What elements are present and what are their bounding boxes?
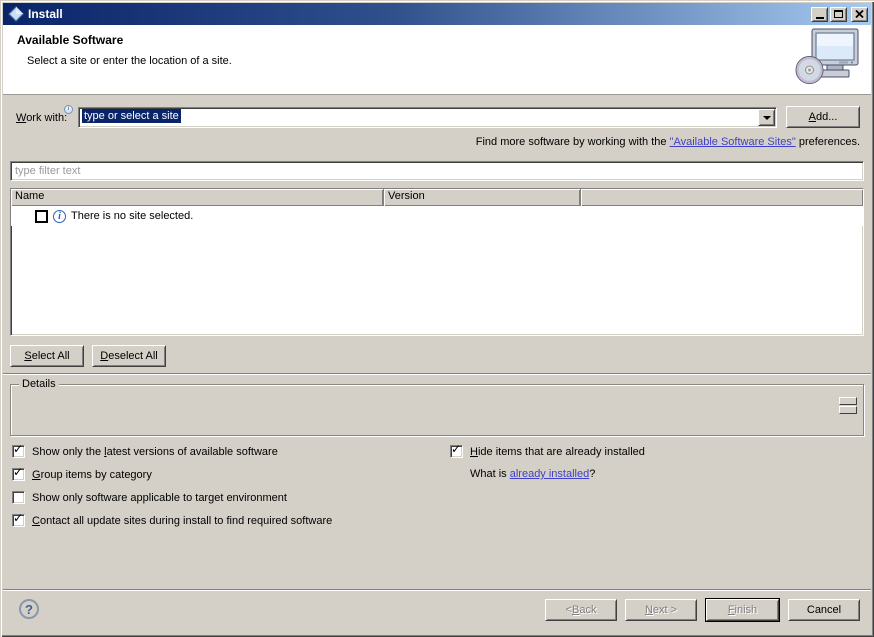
close-button[interactable] bbox=[851, 7, 868, 22]
checkbox-label: Show only the latest versions of availab… bbox=[32, 446, 278, 458]
software-table[interactable]: Name Version There is no site selected. bbox=[10, 188, 864, 336]
column-header-name[interactable]: Name bbox=[11, 189, 384, 206]
next-button[interactable]: Next > bbox=[625, 599, 697, 621]
row-checkbox[interactable] bbox=[35, 210, 48, 223]
checkbox-label: Contact all update sites during install … bbox=[32, 515, 332, 527]
combo-dropdown-button[interactable] bbox=[758, 109, 775, 126]
details-group: Details bbox=[10, 384, 864, 436]
grip-bar-icon bbox=[839, 397, 857, 405]
checkbox[interactable] bbox=[12, 514, 25, 527]
grip-bar-icon bbox=[839, 406, 857, 414]
table-header: Name Version bbox=[11, 189, 863, 206]
select-all-button[interactable]: Select All bbox=[10, 345, 84, 367]
find-more-text: Find more software by working with the "… bbox=[476, 136, 860, 148]
work-with-combo[interactable]: type or select a site bbox=[78, 107, 777, 128]
separator bbox=[3, 589, 871, 591]
install-wizard-icon bbox=[8, 6, 24, 22]
close-icon bbox=[855, 10, 864, 18]
checkbox[interactable] bbox=[12, 445, 25, 458]
combo-selected-text: type or select a site bbox=[82, 109, 181, 123]
install-dialog: Install Available Software Select a site… bbox=[0, 0, 874, 637]
option-group-by-category[interactable]: Group items by category bbox=[12, 468, 152, 481]
page-title: Available Software bbox=[17, 33, 123, 47]
help-button[interactable]: ? bbox=[19, 599, 39, 619]
filter-input[interactable] bbox=[10, 161, 864, 181]
deselect-all-button[interactable]: Deselect All bbox=[92, 345, 166, 367]
wizard-banner: Available Software Select a site or ente… bbox=[3, 25, 871, 95]
details-label: Details bbox=[19, 378, 59, 390]
work-with-combo-field[interactable]: type or select a site bbox=[79, 108, 757, 127]
checkbox[interactable] bbox=[12, 468, 25, 481]
page-subtitle: Select a site or enter the location of a… bbox=[27, 55, 232, 67]
what-is-installed-text: What is already installed? bbox=[470, 468, 595, 480]
checkbox[interactable] bbox=[450, 445, 463, 458]
window-title: Install bbox=[28, 7, 809, 21]
checkbox-label: Group items by category bbox=[32, 469, 152, 481]
checkbox-label: Hide items that are already installed bbox=[470, 446, 645, 458]
separator bbox=[3, 373, 871, 375]
available-software-sites-link[interactable]: "Available Software Sites" bbox=[670, 136, 796, 148]
table-row[interactable]: There is no site selected. bbox=[11, 206, 863, 226]
option-show-applicable[interactable]: Show only software applicable to target … bbox=[12, 491, 287, 504]
work-with-label: Work with: bbox=[16, 112, 67, 124]
checkbox[interactable] bbox=[12, 491, 25, 504]
back-button[interactable]: < Back bbox=[545, 599, 617, 621]
info-icon[interactable] bbox=[64, 105, 73, 114]
add-button[interactable]: Add... bbox=[786, 106, 860, 128]
chevron-down-icon bbox=[763, 116, 771, 124]
column-header-version[interactable]: Version bbox=[384, 189, 581, 206]
info-icon bbox=[53, 210, 66, 223]
column-header-extra[interactable] bbox=[581, 189, 863, 206]
option-show-latest-versions[interactable]: Show only the latest versions of availab… bbox=[12, 445, 278, 458]
option-hide-installed[interactable]: Hide items that are already installed bbox=[450, 445, 645, 458]
software-install-icon bbox=[795, 27, 861, 89]
checkbox-label: Show only software applicable to target … bbox=[32, 492, 287, 504]
option-contact-update-sites[interactable]: Contact all update sites during install … bbox=[12, 514, 332, 527]
cancel-button[interactable]: Cancel bbox=[788, 599, 860, 621]
already-installed-link[interactable]: already installed bbox=[510, 468, 590, 480]
minimize-button[interactable] bbox=[811, 7, 828, 22]
maximize-icon bbox=[834, 10, 843, 18]
title-bar[interactable]: Install bbox=[3, 3, 871, 25]
maximize-button[interactable] bbox=[830, 7, 847, 22]
minimize-icon bbox=[816, 11, 824, 19]
finish-button[interactable]: Finish bbox=[706, 599, 779, 621]
empty-table-message: There is no site selected. bbox=[71, 210, 193, 222]
details-resize-handle[interactable] bbox=[839, 397, 857, 417]
